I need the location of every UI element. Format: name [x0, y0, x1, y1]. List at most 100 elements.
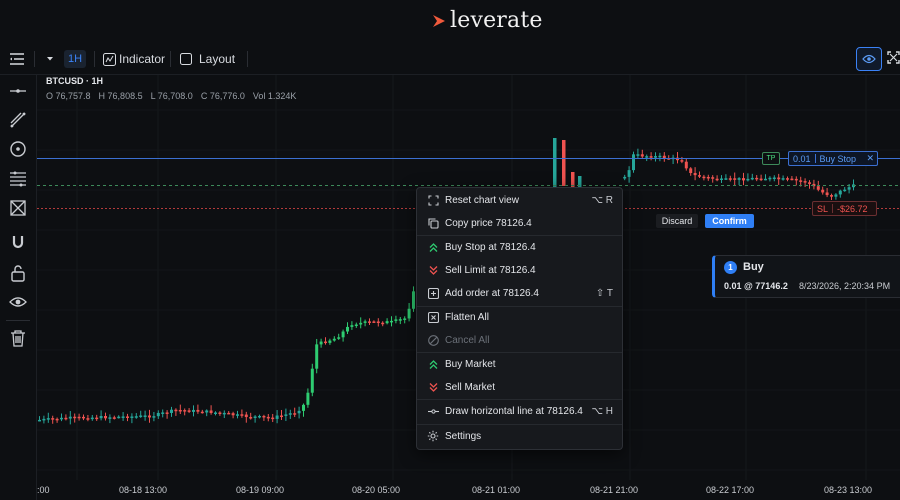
take-profit-tag[interactable]: TP	[762, 152, 780, 165]
candle-body	[187, 410, 191, 412]
menu-item-reset-chart-view[interactable]: Reset chart view ⌥ R	[417, 189, 622, 211]
candle-body	[711, 177, 715, 179]
candle-body	[82, 416, 85, 419]
candle-body	[808, 182, 811, 184]
time-tick: 08-19 09:00	[236, 485, 285, 495]
candle-body	[258, 415, 261, 418]
candle-body	[99, 415, 103, 419]
menu-item-label: Draw horizontal line at 78126.4	[445, 405, 583, 417]
order-card[interactable]: 1 Buy 0.01 @ 77146.2 8/23/2026, 2:20:34 …	[712, 255, 900, 298]
menu-button[interactable]	[9, 44, 25, 74]
crosshair-tool-button[interactable]	[8, 81, 28, 101]
candle-body	[803, 181, 807, 183]
time-tick: 08-21 01:00	[472, 485, 521, 495]
trendline-tool-button[interactable]	[8, 110, 28, 130]
menu-item-draw-horizontal-line[interactable]: Draw horizontal line at 78126.4 ⌥ H	[417, 400, 622, 422]
fullscreen-button[interactable]	[887, 51, 900, 69]
menu-item-label: Settings	[445, 430, 482, 442]
candle-body	[363, 321, 367, 323]
candle-body	[838, 190, 842, 195]
candle-body	[689, 168, 693, 174]
fib-tool-button[interactable]	[8, 169, 28, 189]
eye-icon	[862, 54, 876, 64]
menu-item-buy-stop[interactable]: Buy Stop at 78126.4	[417, 236, 622, 258]
menu-item-sell-limit[interactable]: Sell Limit at 78126.4	[417, 259, 622, 281]
horizontal-line-icon	[427, 408, 439, 414]
confirm-button[interactable]: Confirm	[705, 214, 754, 228]
add-order-icon	[427, 287, 439, 299]
candle-body	[126, 416, 129, 418]
order-side: Buy	[743, 261, 764, 273]
candle-body	[623, 176, 627, 179]
indicator-button[interactable]: Indicator	[103, 44, 165, 74]
candle-body	[174, 409, 178, 412]
close-icon[interactable]: ✕	[866, 153, 877, 164]
candle-body	[55, 418, 59, 421]
layout-label: Layout	[199, 52, 236, 66]
candle-body	[781, 178, 785, 180]
candle-body	[698, 175, 701, 177]
candle-body	[244, 414, 248, 418]
menu-item-label: Cancel All	[445, 334, 490, 346]
candle-body	[693, 173, 697, 176]
candle-body	[236, 414, 239, 416]
timeframe-selector[interactable]: 1H	[64, 50, 86, 68]
candle-body	[38, 419, 41, 422]
candle-body	[350, 325, 354, 327]
time-tick: :00	[37, 485, 50, 495]
candle-body	[227, 412, 231, 415]
pattern-tool-button[interactable]	[8, 198, 28, 218]
menu-item-shortcut: ⌥ H	[591, 405, 613, 417]
candle-body	[262, 415, 266, 418]
menu-item-buy-market[interactable]: Buy Market	[417, 353, 622, 375]
indicator-icon	[103, 52, 116, 66]
circle-tool-button[interactable]	[8, 139, 28, 159]
visibility-toggle-button[interactable]	[856, 47, 882, 71]
layout-button[interactable]: Layout	[180, 44, 235, 74]
candle-body	[192, 409, 195, 412]
buy-stop-order-tag[interactable]: 0.01 Buy Stop ✕	[788, 151, 878, 166]
time-tick: 08-22 17:00	[706, 485, 755, 495]
time-tick: 08-20 05:00	[352, 485, 401, 495]
candle-body	[117, 416, 121, 419]
menu-icon	[10, 53, 24, 65]
candle-body	[403, 318, 407, 320]
candle-body	[332, 338, 336, 341]
menu-item-add-order[interactable]: Add order at 78126.4 ⇧ T	[417, 282, 622, 304]
menu-item-sell-market[interactable]: Sell Market	[417, 376, 622, 398]
remove-drawings-button[interactable]	[8, 328, 28, 348]
menu-item-settings[interactable]: Settings	[417, 425, 622, 447]
menu-item-label: Add order at 78126.4	[445, 287, 539, 299]
buy-stop-icon	[429, 242, 437, 252]
chart-context-menu: Reset chart view ⌥ R Copy price 78126.4 …	[416, 187, 623, 450]
candle-body	[95, 417, 99, 420]
menu-item-cancel-all[interactable]: Cancel All	[417, 329, 622, 351]
menu-item-copy-price[interactable]: Copy price 78126.4	[417, 212, 622, 234]
candle-body	[372, 321, 376, 323]
volume-value: Vol 1.324K	[252, 91, 297, 101]
magnet-tool-button[interactable]	[8, 232, 28, 252]
discard-button[interactable]: Discard	[656, 214, 698, 228]
candle-body	[46, 418, 50, 420]
lock-tool-button[interactable]	[8, 263, 28, 283]
brand-logo: leverate	[432, 8, 543, 33]
copy-icon	[427, 217, 439, 229]
candle-body	[790, 178, 794, 181]
chart-toolbar: Indicator Layout	[0, 44, 900, 75]
candle-body	[645, 156, 649, 158]
candle-body	[394, 319, 398, 321]
pattern-icon	[10, 200, 26, 216]
stop-loss-tag[interactable]: SL -$26.72	[812, 201, 877, 216]
candle-body	[319, 341, 323, 345]
chevron-down-icon	[47, 57, 53, 61]
candle-body	[297, 410, 301, 414]
candle-body	[280, 415, 283, 418]
candle-body	[737, 178, 741, 180]
timeframe-dropdown-button[interactable]	[46, 44, 54, 74]
menu-item-flatten-all[interactable]: Flatten All	[417, 306, 622, 328]
candle-body	[562, 140, 566, 186]
candle-body	[750, 177, 754, 180]
candle-body	[143, 415, 147, 417]
candle-body	[240, 414, 244, 416]
hide-drawings-button[interactable]	[8, 292, 28, 312]
